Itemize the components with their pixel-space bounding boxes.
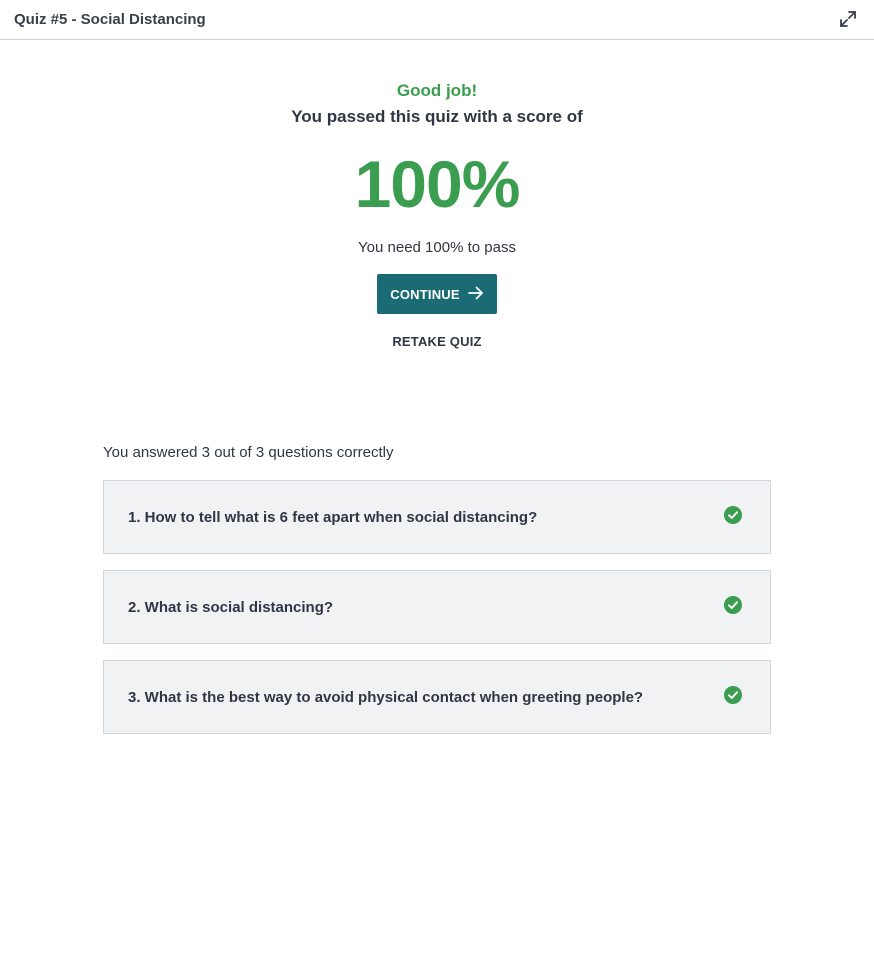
quiz-title: Quiz #5 - Social Distancing (14, 11, 206, 28)
continue-button[interactable]: CONTINUE (377, 274, 497, 314)
check-circle-icon (724, 595, 742, 619)
question-text: 3. What is the best way to avoid physica… (128, 688, 644, 706)
check-circle-icon (724, 685, 742, 709)
pass-requirement: You need 100% to pass (358, 239, 516, 256)
question-item[interactable]: 2. What is social distancing? (103, 570, 771, 644)
continue-label: CONTINUE (390, 286, 460, 302)
check-circle-icon (724, 505, 742, 529)
arrow-right-icon (467, 286, 484, 303)
expand-icon[interactable] (838, 9, 858, 29)
question-text: 2. What is social distancing? (128, 598, 334, 616)
score-value: 100% (354, 147, 521, 221)
result-headline: Good job! (396, 81, 478, 100)
quiz-result: Good job! You passed this quiz with a sc… (0, 80, 874, 349)
retake-quiz-button[interactable]: RETAKE QUIZ (392, 334, 481, 349)
question-item[interactable]: 1. How to tell what is 6 feet apart when… (103, 480, 771, 554)
result-message: You passed this quiz with a score of (291, 107, 583, 126)
question-text: 1. How to tell what is 6 feet apart when… (128, 508, 538, 526)
question-list: 1. How to tell what is 6 feet apart when… (103, 480, 771, 750)
answers-summary: You answered 3 out of 3 questions correc… (103, 444, 394, 461)
question-item[interactable]: 3. What is the best way to avoid physica… (103, 660, 771, 734)
quiz-header: Quiz #5 - Social Distancing (0, 0, 874, 40)
